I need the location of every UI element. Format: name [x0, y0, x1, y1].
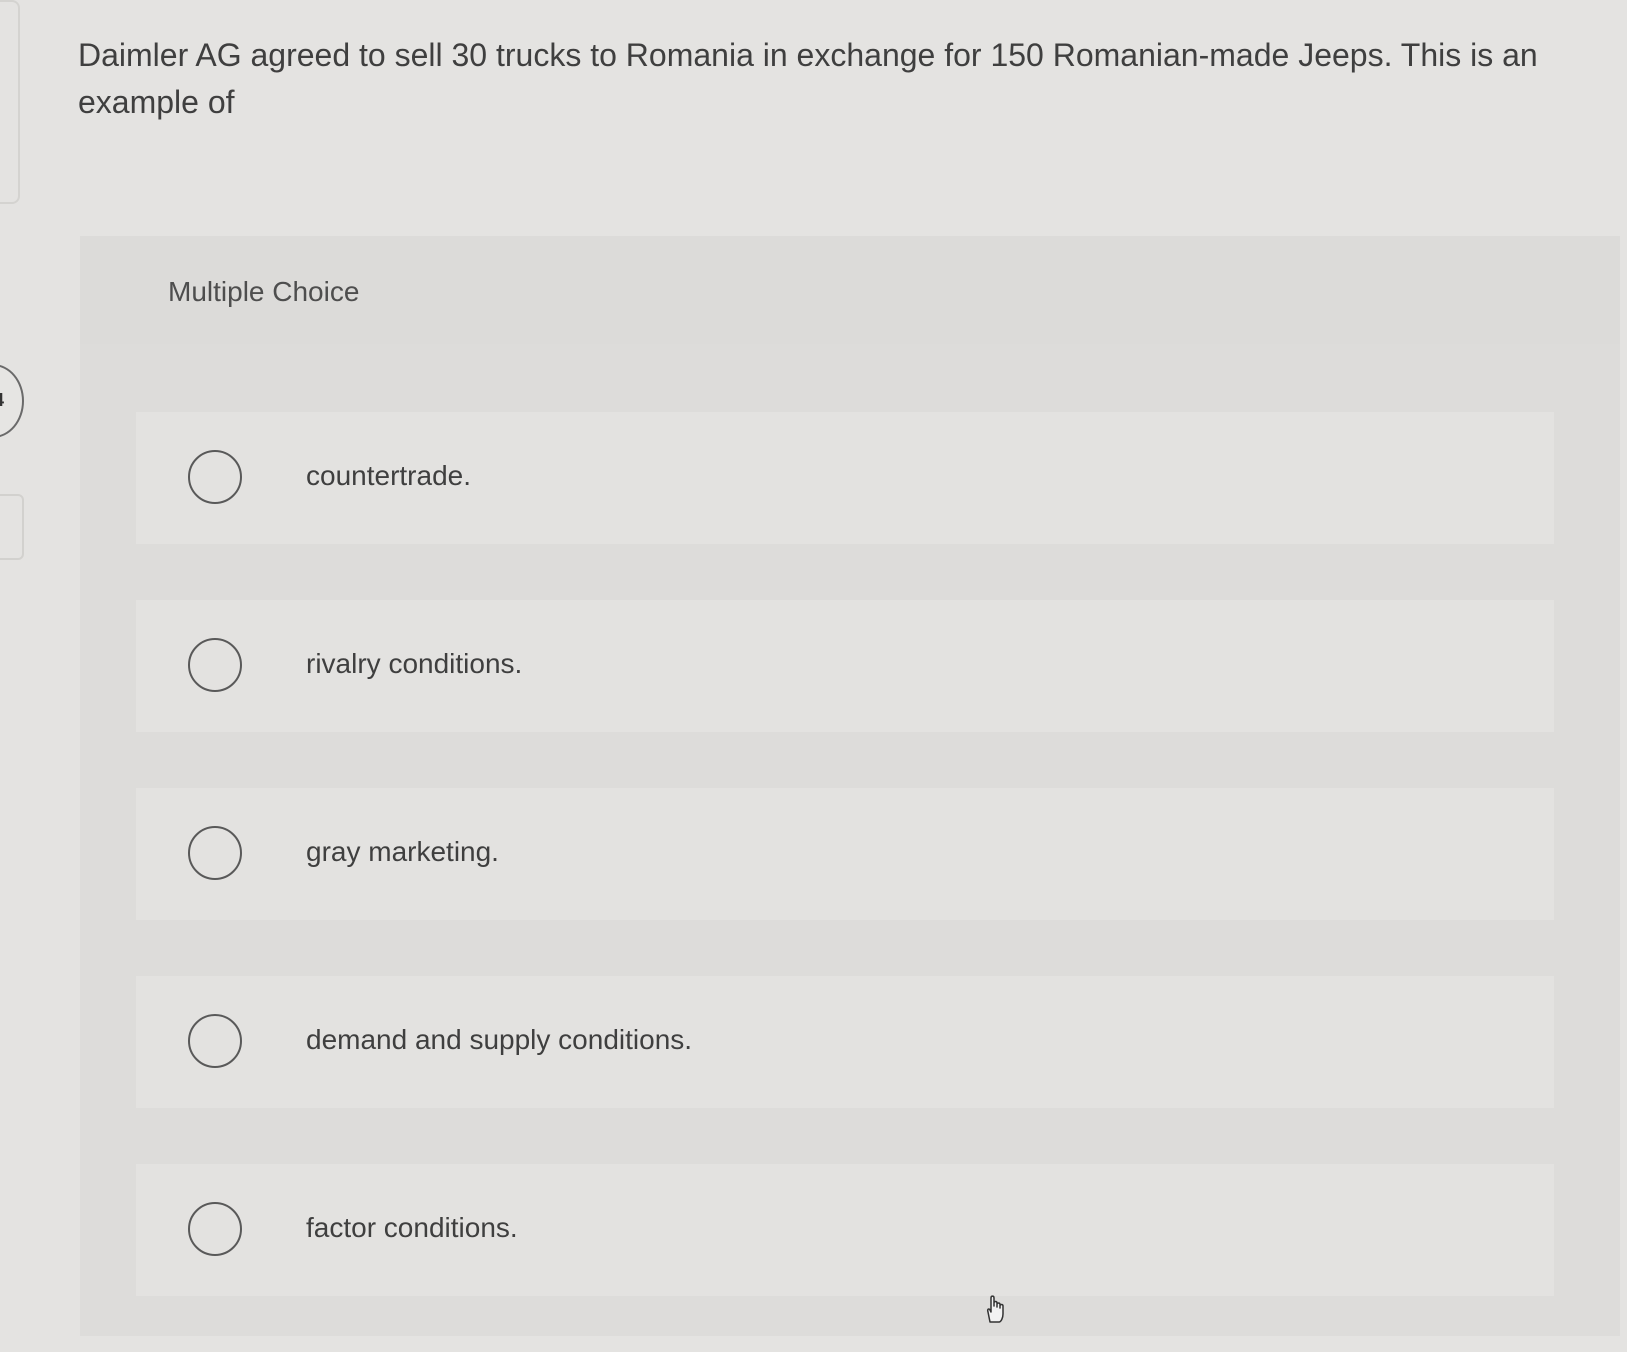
choice-option[interactable]: rivalry conditions.	[136, 600, 1554, 732]
choice-label: rivalry conditions.	[306, 648, 523, 679]
hand-pointer-icon	[987, 1295, 1004, 1323]
question-number-badge[interactable]: 4	[0, 364, 24, 438]
radio-button[interactable]	[188, 1014, 242, 1068]
question-number: 4	[0, 390, 4, 411]
choice-label: factor conditions.	[306, 1212, 518, 1243]
answer-panel: Multiple Choice countertrade. rivalry co…	[80, 236, 1620, 1336]
choice-label: demand and supply conditions.	[306, 1024, 693, 1055]
radio-button[interactable]	[188, 638, 242, 692]
choice-option[interactable]: demand and supply conditions.	[136, 976, 1554, 1108]
left-edge-frame	[0, 0, 20, 204]
question-type-label: Multiple Choice	[168, 276, 360, 307]
left-edge-tab[interactable]	[0, 494, 24, 560]
choice-list: countertrade. rivalry conditions. gray m…	[136, 412, 1554, 1352]
question-text: Daimler AG agreed to sell 30 trucks to R…	[78, 37, 1538, 120]
radio-button[interactable]	[188, 826, 242, 880]
choice-label: countertrade.	[306, 460, 471, 491]
choice-option[interactable]: gray marketing.	[136, 788, 1554, 920]
choice-label: gray marketing.	[306, 836, 499, 867]
radio-button[interactable]	[188, 1202, 242, 1256]
choice-option[interactable]: factor conditions.	[136, 1164, 1554, 1296]
radio-button[interactable]	[188, 450, 242, 504]
panel-header: Multiple Choice	[80, 236, 1620, 344]
choice-option[interactable]: countertrade.	[136, 412, 1554, 544]
